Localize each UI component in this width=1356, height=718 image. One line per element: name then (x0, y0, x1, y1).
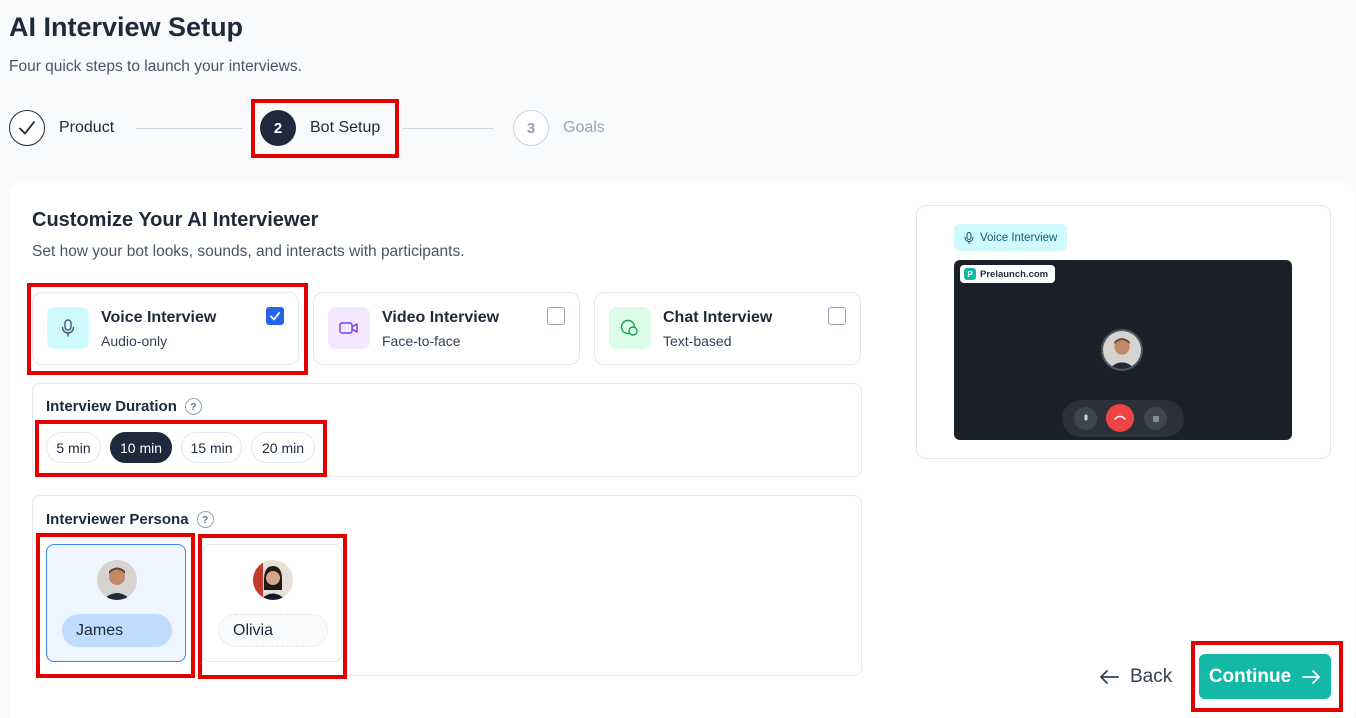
page-title: AI Interview Setup (9, 12, 244, 42)
step-number: 3 (513, 110, 549, 146)
continue-label: Continue (1208, 665, 1292, 687)
microphone-icon (47, 307, 89, 349)
mode-description: Audio-only (101, 333, 168, 349)
page-subtitle: Four quick steps to launch your intervie… (9, 58, 302, 75)
end-call-icon[interactable] (1106, 404, 1134, 432)
help-icon[interactable]: ? (196, 511, 214, 528)
mode-card-voice[interactable]: Voice Interview Audio-only (32, 292, 299, 365)
mode-card-chat[interactable]: Chat Interview Text-based (594, 292, 861, 365)
step-goals[interactable]: 3 Goals (513, 110, 605, 146)
check-icon (9, 110, 45, 146)
step-connector (136, 128, 242, 129)
persona-card-olivia[interactable]: Olivia (202, 544, 342, 662)
microphone-icon (964, 231, 974, 244)
persona-name: Olivia (218, 614, 328, 647)
brand-chip: P Prelaunch.com (960, 265, 1056, 283)
back-label: Back (1130, 666, 1173, 687)
mode-card-video[interactable]: Video Interview Face-to-face (313, 292, 580, 365)
duration-option-5[interactable]: 5 min (46, 432, 101, 463)
brand-name: Prelaunch.com (980, 268, 1049, 280)
avatar (253, 560, 293, 600)
help-icon[interactable]: ? (184, 398, 202, 415)
video-checkbox[interactable] (547, 307, 565, 325)
call-controls (1062, 400, 1184, 437)
voice-checkbox[interactable] (266, 307, 284, 325)
step-label: Bot Setup (310, 119, 381, 136)
mode-title: Voice Interview (101, 309, 217, 326)
avatar (97, 560, 137, 600)
step-label: Goals (563, 119, 605, 136)
video-camera-icon (328, 307, 370, 349)
chat-checkbox[interactable] (828, 307, 846, 325)
section-title: Customize Your AI Interviewer (32, 209, 319, 231)
mode-description: Text-based (663, 333, 732, 349)
preview-badge-label: Voice Interview (980, 231, 1058, 244)
menu-icon[interactable] (1144, 407, 1167, 430)
mode-description: Face-to-face (382, 333, 461, 349)
mode-title: Chat Interview (663, 309, 773, 326)
step-number: 2 (260, 110, 296, 146)
persona-label: Interviewer Persona ? (46, 511, 214, 528)
avatar (1101, 329, 1143, 371)
persona-label-text: Interviewer Persona (46, 511, 189, 528)
step-product[interactable]: Product (9, 110, 114, 146)
duration-option-20[interactable]: 20 min (251, 432, 315, 463)
duration-label: Interview Duration ? (46, 398, 202, 415)
duration-option-10[interactable]: 10 min (110, 432, 172, 463)
persona-name: James (62, 614, 172, 647)
mic-toggle-icon[interactable] (1074, 407, 1097, 430)
step-connector (402, 128, 494, 129)
section-subtitle: Set how your bot looks, sounds, and inte… (32, 243, 465, 260)
step-bot-setup[interactable]: 2 Bot Setup (260, 110, 380, 146)
persona-card-james[interactable]: James (46, 544, 186, 662)
progress-stepper: Product 2 Bot Setup 3 Goals (9, 110, 629, 148)
duration-label-text: Interview Duration (46, 398, 177, 415)
arrow-right-icon (1302, 669, 1321, 684)
back-button[interactable]: Back (1098, 664, 1172, 690)
arrow-left-icon (1100, 670, 1119, 684)
step-label: Product (59, 119, 115, 136)
duration-option-15[interactable]: 15 min (181, 432, 242, 463)
continue-button[interactable]: Continue (1199, 654, 1331, 699)
chat-bubble-icon (609, 307, 651, 349)
mode-title: Video Interview (382, 309, 500, 326)
preview-badge: Voice Interview (954, 224, 1068, 251)
brand-logo-icon: P (964, 268, 976, 280)
